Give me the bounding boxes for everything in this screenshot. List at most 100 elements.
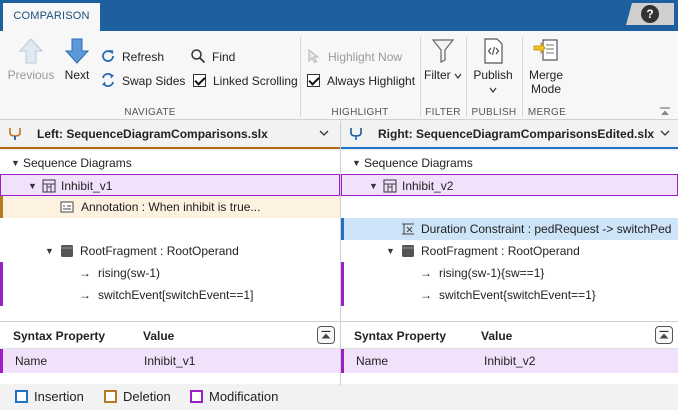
find-button[interactable]: Find	[190, 48, 235, 66]
expand-triangle-icon[interactable]: ▼	[11, 152, 20, 174]
checkbox-checked-icon[interactable]	[193, 74, 206, 87]
left-prefix: Left:	[37, 127, 63, 141]
ribbon-separator	[420, 37, 421, 117]
annotation-icon	[60, 201, 74, 213]
property-row[interactable]: Name Inhibit_v1	[0, 349, 340, 373]
expand-triangle-icon[interactable]: ▼	[352, 152, 361, 174]
publish-group-label: PUBLISH	[471, 107, 517, 118]
ribbon: Previous Next Refresh Swap Sides Find Li…	[0, 31, 678, 120]
collapse-properties-icon[interactable]	[317, 326, 335, 344]
tree-item-message[interactable]: → rising(sw-1){sw==1}	[341, 262, 678, 284]
tree-item-diagram[interactable]: ▼ Inhibit_v2	[341, 174, 678, 196]
checkbox-checked-icon[interactable]	[307, 74, 320, 87]
tree-label: Sequence Diagrams	[23, 156, 132, 170]
navigate-group-label: NAVIGATE	[124, 107, 176, 118]
right-file-name: SequenceDiagramComparisonsEdited.slx	[416, 127, 655, 141]
right-file-title: Right: SequenceDiagramComparisonsEdited.…	[378, 121, 654, 147]
properties-header: Syntax Property Value	[341, 321, 678, 349]
tree-label: RootFragment : RootOperand	[80, 244, 239, 258]
chevron-down-icon	[489, 87, 497, 93]
legend-label: Deletion	[123, 389, 171, 404]
column-header-value: Value	[143, 329, 175, 343]
tree-label: switchEvent{switchEvent==1}	[439, 288, 596, 302]
property-name: Name	[15, 354, 48, 368]
refresh-label: Refresh	[122, 50, 165, 64]
property-row[interactable]: Name Inhibit_v2	[341, 349, 678, 373]
modification-swatch	[190, 390, 203, 403]
filter-label: Filter	[424, 68, 462, 82]
next-label: Next	[64, 68, 90, 82]
linked-scrolling-checkbox[interactable]: Linked Scrolling	[193, 72, 298, 90]
expand-triangle-icon[interactable]: ▼	[386, 240, 395, 262]
chevron-down-icon[interactable]	[659, 127, 671, 139]
legend-label: Modification	[209, 389, 279, 404]
swap-sides-button[interactable]: Swap Sides	[100, 72, 185, 90]
filter-button[interactable]: Filter	[424, 37, 462, 82]
tree-item-constraint[interactable]: Duration Constraint : pedRequest -> swit…	[341, 218, 678, 240]
tree-item-fragment[interactable]: ▼ RootFragment : RootOperand	[341, 240, 678, 262]
tree-item-fragment[interactable]: ▼ RootFragment : RootOperand	[0, 240, 340, 262]
tab-comparison[interactable]: COMPARISON	[3, 3, 100, 31]
highlight-now-label: Highlight Now	[328, 50, 403, 64]
refresh-button[interactable]: Refresh	[100, 48, 164, 66]
ribbon-separator	[522, 37, 523, 117]
tree-label: Inhibit_v2	[402, 179, 454, 193]
left-file-title: Left: SequenceDiagramComparisons.slx	[37, 121, 268, 147]
chevron-down-icon[interactable]	[318, 127, 330, 139]
tree-item-message[interactable]: → switchEvent[switchEvent==1]	[0, 284, 340, 306]
merge-icon	[533, 39, 558, 61]
sequence-diagram-icon	[42, 179, 56, 193]
tree-item-message[interactable]: → switchEvent{switchEvent==1}	[341, 284, 678, 306]
legend: Insertion Deletion Modification	[0, 386, 678, 410]
funnel-icon	[431, 39, 455, 63]
tree-item-message[interactable]: → rising(sw-1)	[0, 262, 340, 284]
collapse-ribbon-icon[interactable]	[659, 106, 671, 116]
properties-header: Syntax Property Value	[0, 321, 340, 349]
property-value: Inhibit_v2	[484, 354, 536, 368]
merge-group-label: MERGE	[527, 107, 567, 118]
expand-triangle-icon[interactable]: ▼	[28, 175, 37, 197]
previous-label: Previous	[7, 68, 55, 82]
find-label: Find	[212, 50, 236, 64]
publish-document-icon	[484, 38, 503, 64]
tree-label: switchEvent[switchEvent==1]	[98, 288, 254, 302]
highlight-group-label: HIGHLIGHT	[331, 107, 389, 118]
linked-scrolling-label: Linked Scrolling	[213, 74, 298, 88]
previous-button[interactable]: Previous	[6, 37, 56, 82]
search-icon	[191, 49, 206, 64]
left-tree-panel: ▼ Sequence Diagrams ▼ Inhibit_v1 Annotat…	[0, 151, 340, 384]
always-highlight-checkbox[interactable]: Always Highlight	[307, 72, 415, 90]
filter-label-text: Filter	[424, 68, 451, 82]
insertion-swatch	[15, 390, 28, 403]
highlight-pointer-icon	[308, 48, 320, 64]
arrow-right-icon: →	[79, 288, 91, 302]
tree-item-sequence-diagrams[interactable]: ▼ Sequence Diagrams	[0, 152, 340, 174]
legend-modification: Modification	[190, 386, 278, 408]
fragment-icon	[402, 245, 414, 257]
help-area: ?	[626, 3, 674, 25]
publish-label-text: Publish	[473, 68, 513, 82]
collapse-properties-icon[interactable]	[655, 326, 673, 344]
tree-item-diagram[interactable]: ▼ Inhibit_v1	[0, 174, 340, 196]
tree-label: rising(sw-1){sw==1}	[439, 266, 545, 280]
expand-triangle-icon[interactable]: ▼	[369, 175, 378, 197]
fragment-icon	[61, 245, 73, 257]
help-button[interactable]: ?	[641, 5, 659, 23]
tree-item-annotation[interactable]: Annotation : When inhibit is true...	[0, 196, 340, 218]
tree-item-sequence-diagrams[interactable]: ▼ Sequence Diagrams	[341, 152, 678, 174]
arrow-down-icon	[64, 38, 90, 64]
tree-label: Sequence Diagrams	[364, 156, 473, 170]
deletion-swatch	[104, 390, 117, 403]
merge-mode-button[interactable]: Merge Mode	[526, 37, 566, 96]
right-tree-panel: ▼ Sequence Diagrams ▼ Inhibit_v2 Duratio…	[341, 151, 678, 384]
tree-label: Annotation : When inhibit is true...	[81, 200, 261, 214]
swap-icon	[102, 73, 114, 87]
expand-triangle-icon[interactable]: ▼	[45, 240, 54, 262]
publish-button[interactable]: Publish	[470, 37, 516, 96]
property-value: Inhibit_v1	[144, 354, 196, 368]
column-header-property: Syntax Property	[13, 329, 106, 343]
always-highlight-label: Always Highlight	[327, 74, 416, 88]
next-button[interactable]: Next	[58, 37, 96, 82]
right-prefix: Right:	[378, 127, 413, 141]
highlight-now-button[interactable]: Highlight Now	[306, 48, 402, 66]
